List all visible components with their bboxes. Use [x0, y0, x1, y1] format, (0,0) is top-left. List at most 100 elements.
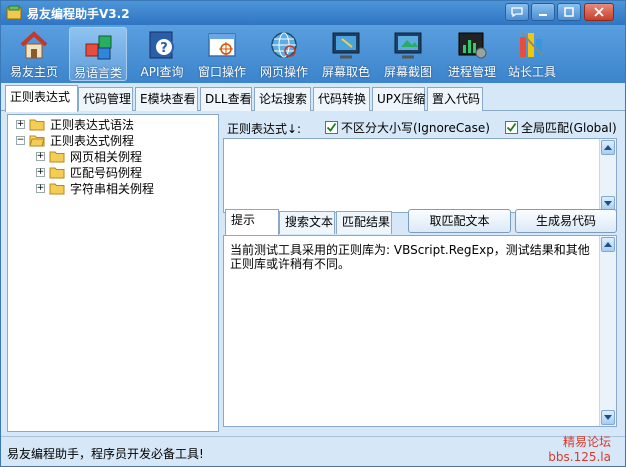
tree-item-label: 字符串相关例程: [70, 181, 155, 196]
folder-icon: [49, 151, 65, 163]
folder-icon: [49, 167, 65, 179]
example-tree: + 正则表达式语法 − 正则表达式例程 + 网页相关例程 + 匹配号码例程 + …: [7, 114, 219, 432]
hint-scrollbar[interactable]: [599, 236, 616, 426]
expand-toggle[interactable]: +: [36, 167, 45, 177]
subtab-search-text[interactable]: 搜索文本: [279, 211, 335, 234]
home-icon: [20, 31, 48, 59]
color-picker-icon: [332, 32, 360, 59]
app-logo-icon: [6, 5, 22, 20]
toolbar-label: 屏幕截图: [383, 65, 432, 79]
folder-open-icon: [29, 135, 45, 147]
tree-item-label: 正则表达式例程: [50, 133, 135, 148]
checkbox-label: 全局匹配(Global): [521, 121, 617, 135]
web-icon: [271, 32, 297, 58]
folder-icon: [49, 183, 65, 195]
subtab-match-results[interactable]: 匹配结果: [336, 211, 392, 234]
tree-item-number-match-examples[interactable]: + 匹配号码例程: [36, 164, 142, 180]
global-match-checkbox[interactable]: 全局匹配(Global): [505, 119, 617, 136]
triangle-down-icon: [604, 415, 612, 420]
toolbar-screenshot[interactable]: 屏幕截图: [379, 27, 437, 81]
toolbar-label: 易友主页: [9, 65, 58, 79]
title-bar: 易友编程助手V3.2: [1, 1, 625, 25]
scroll-up-button[interactable]: [601, 140, 615, 155]
tree-item-regex-examples[interactable]: − 正则表达式例程: [16, 132, 134, 148]
expand-toggle[interactable]: +: [36, 151, 45, 161]
tools-icon: [520, 32, 543, 57]
hint-textarea[interactable]: 当前测试工具采用的正则库为: VBScript.RegExp，测试结果和其他正则…: [223, 235, 617, 427]
subtab-hint[interactable]: 提示: [225, 209, 279, 235]
tree-item-label: 正则表达式语法: [50, 117, 135, 132]
regex-label: 正则表达式↓:: [227, 122, 302, 136]
minimize-button[interactable]: [531, 3, 555, 21]
screenshot-icon: [394, 32, 422, 59]
close-button[interactable]: [584, 3, 614, 21]
folder-icon: [29, 119, 45, 131]
toolbar-process-manager[interactable]: 进程管理: [443, 27, 501, 81]
maximize-button[interactable]: [557, 3, 581, 21]
toolbar-web-ops[interactable]: 网页操作: [255, 27, 313, 81]
tree-item-regex-syntax[interactable]: + 正则表达式语法: [16, 116, 134, 132]
collapse-toggle[interactable]: −: [16, 135, 25, 145]
toolbar-label: 屏幕取色: [321, 65, 370, 79]
toolbar-label: 站长工具: [507, 65, 556, 79]
toolbar-label: 窗口操作: [197, 65, 246, 79]
process-icon: [458, 32, 487, 59]
site-watermark: 精易论坛 bbs.125.la: [548, 435, 611, 465]
tree-item-label: 匹配号码例程: [70, 165, 143, 180]
tab-forum-search[interactable]: 论坛搜索: [254, 87, 311, 111]
ignore-case-checkbox[interactable]: 不区分大小写(IgnoreCase): [325, 119, 490, 136]
tab-e-module-viewer[interactable]: E模块查看: [135, 87, 198, 111]
help-icon: ?: [149, 31, 174, 59]
status-text: 易友编程助手，程序员开发必备工具!: [7, 447, 204, 461]
scroll-down-button[interactable]: [601, 410, 615, 425]
checkbox-label: 不区分大小写(IgnoreCase): [341, 121, 490, 135]
close-icon: [594, 7, 604, 17]
regex-input-scrollbar[interactable]: [599, 139, 616, 212]
tab-code-convert[interactable]: 代码转换: [313, 87, 370, 111]
regex-input[interactable]: [223, 138, 617, 213]
main-tab-strip: 正则表达式 代码管理 E模块查看 DLL查看 论坛搜索 代码转换 UPX压缩 置…: [1, 83, 625, 112]
toolbar-label: 易语言类: [73, 66, 122, 80]
toolbar-webmaster-tools[interactable]: 站长工具: [503, 27, 561, 81]
expand-toggle[interactable]: +: [36, 183, 45, 193]
watermark-line2: bbs.125.la: [548, 450, 611, 464]
toolbar-window-ops[interactable]: 窗口操作: [193, 27, 251, 81]
checkbox-box[interactable]: [325, 121, 338, 134]
triangle-up-icon: [604, 145, 612, 150]
minimize-icon: [539, 14, 547, 16]
generate-code-button[interactable]: 生成易代码: [515, 209, 617, 233]
app-window: 易友编程助手V3.2 易友主页 易语言类 ? API查询 窗口操作 网页操作 屏…: [0, 0, 626, 467]
svg-text:?: ?: [160, 41, 168, 56]
toolbar: 易友主页 易语言类 ? API查询 窗口操作 网页操作 屏幕取色 屏幕截图 进程…: [1, 25, 625, 83]
maximize-icon: [564, 7, 574, 17]
toolbar-api-query[interactable]: ? API查询: [133, 27, 191, 81]
window-icon: [208, 33, 236, 57]
tree-item-web-examples[interactable]: + 网页相关例程: [36, 148, 142, 164]
get-match-text-button[interactable]: 取匹配文本: [408, 209, 511, 233]
tab-code-manager[interactable]: 代码管理: [78, 87, 133, 111]
blocks-icon: [85, 35, 112, 60]
toolbar-easy-language[interactable]: 易语言类: [69, 27, 127, 81]
triangle-up-icon: [604, 242, 612, 247]
checkmark-icon: [326, 122, 337, 132]
chat-icon: [511, 7, 523, 17]
triangle-down-icon: [604, 201, 612, 206]
tab-upx-compress[interactable]: UPX压缩: [372, 87, 425, 111]
checkmark-icon: [506, 122, 517, 132]
toolbar-label: 网页操作: [259, 65, 308, 79]
tab-regex[interactable]: 正则表达式: [5, 85, 78, 112]
tab-dll-viewer[interactable]: DLL查看: [200, 87, 252, 111]
tree-item-label: 网页相关例程: [70, 149, 143, 164]
toolbar-home[interactable]: 易友主页: [5, 27, 63, 81]
tab-embed-code[interactable]: 置入代码: [427, 87, 483, 111]
expand-toggle[interactable]: +: [16, 119, 25, 129]
checkbox-box[interactable]: [505, 121, 518, 134]
window-title: 易友编程助手V3.2: [27, 7, 130, 21]
tree-item-string-examples[interactable]: + 字符串相关例程: [36, 180, 154, 196]
scroll-up-button[interactable]: [601, 237, 615, 252]
regex-panel: 正则表达式↓: 不区分大小写(IgnoreCase) 全局匹配(Global): [223, 114, 619, 432]
feedback-button[interactable]: [505, 3, 529, 21]
status-bar: 易友编程助手，程序员开发必备工具! 精易论坛 bbs.125.la: [1, 435, 625, 466]
toolbar-color-picker[interactable]: 屏幕取色: [317, 27, 375, 81]
watermark-line1: 精易论坛: [562, 435, 611, 449]
